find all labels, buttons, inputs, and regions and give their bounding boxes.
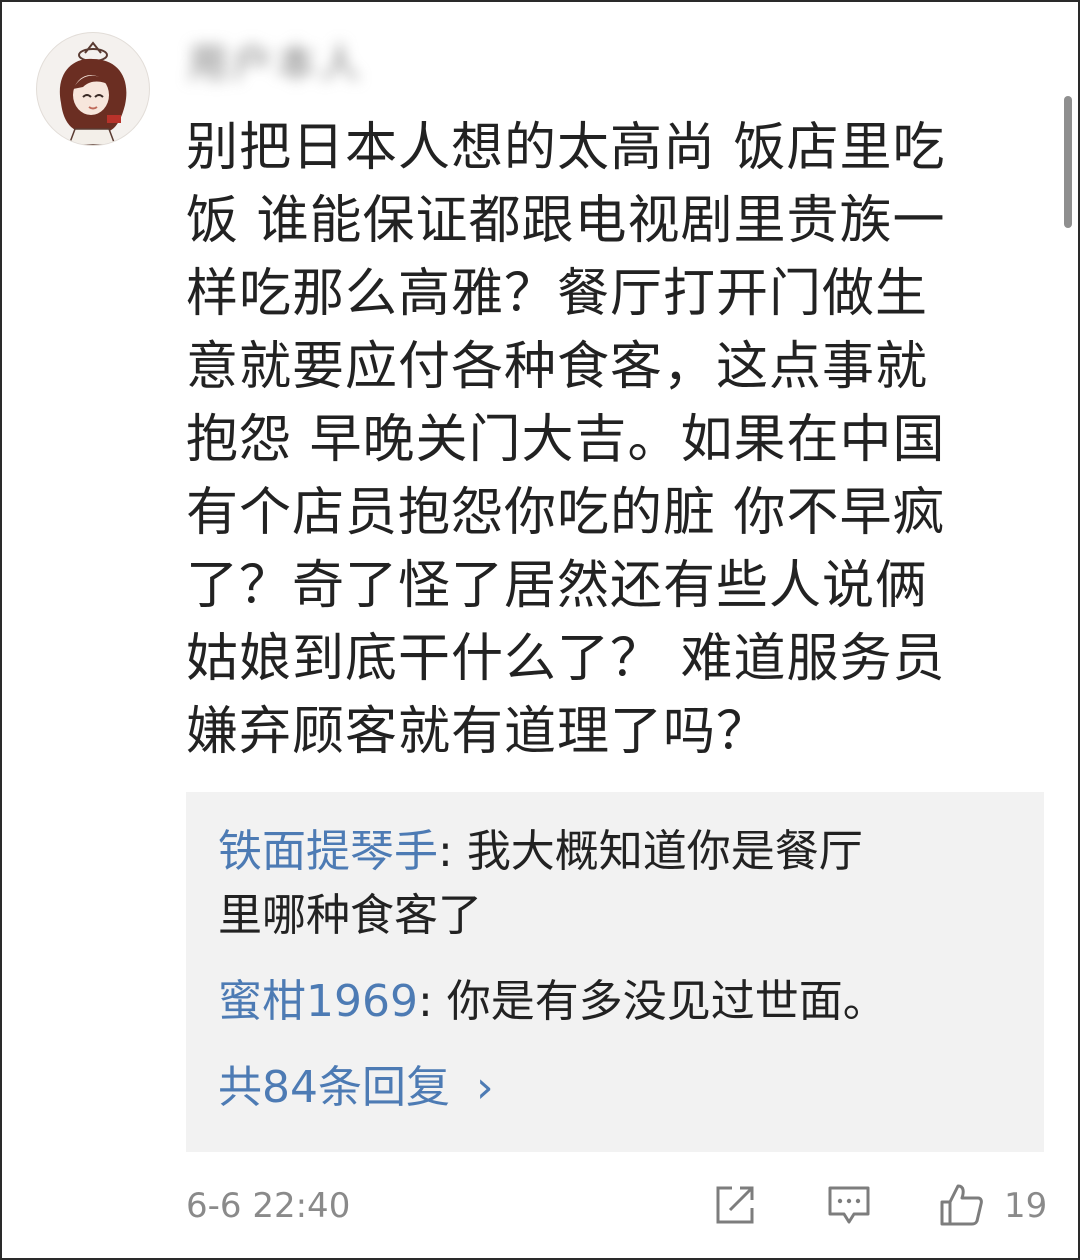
avatar[interactable] (36, 32, 150, 146)
reply-item[interactable]: 铁面提琴手: 我大概知道你是餐厅 里哪种食客了 (218, 820, 1008, 948)
username-text: 用户本人 (188, 41, 364, 87)
comment-timestamp: 6-6 22:40 (186, 1186, 351, 1226)
comment-body: 别把日本人想的太高尚 饭店里吃 饭 谁能保证都跟电视剧里贵族一 样吃那么高雅？餐… (186, 118, 946, 762)
reply-separator: : (417, 976, 447, 1027)
avatar-illustration (59, 41, 127, 145)
view-all-replies-link[interactable]: 共84条回复 › (218, 1056, 494, 1120)
reply-preview-box[interactable]: 铁面提琴手: 我大概知道你是餐厅 里哪种食客了 蜜柑1969: 你是有多没见过世… (186, 792, 1044, 1152)
scrollbar-thumb[interactable] (1064, 96, 1072, 228)
reply-count-label: 共84条回复 (218, 1062, 450, 1113)
comment-icon[interactable] (826, 1182, 872, 1228)
reply-author[interactable]: 蜜柑1969 (218, 976, 418, 1027)
chevron-right-icon: › (476, 1062, 494, 1113)
comment-username[interactable]: 用户本人 (188, 36, 398, 92)
reply-separator: : (438, 826, 467, 877)
reply-author[interactable]: 铁面提琴手 (218, 826, 438, 877)
share-icon[interactable] (712, 1182, 758, 1228)
like-icon[interactable] (938, 1182, 984, 1228)
reply-item[interactable]: 蜜柑1969: 你是有多没见过世面。 (218, 970, 1008, 1034)
reply-text: 你是有多没见过世面。 (446, 976, 887, 1027)
like-count: 19 (1004, 1186, 1048, 1226)
